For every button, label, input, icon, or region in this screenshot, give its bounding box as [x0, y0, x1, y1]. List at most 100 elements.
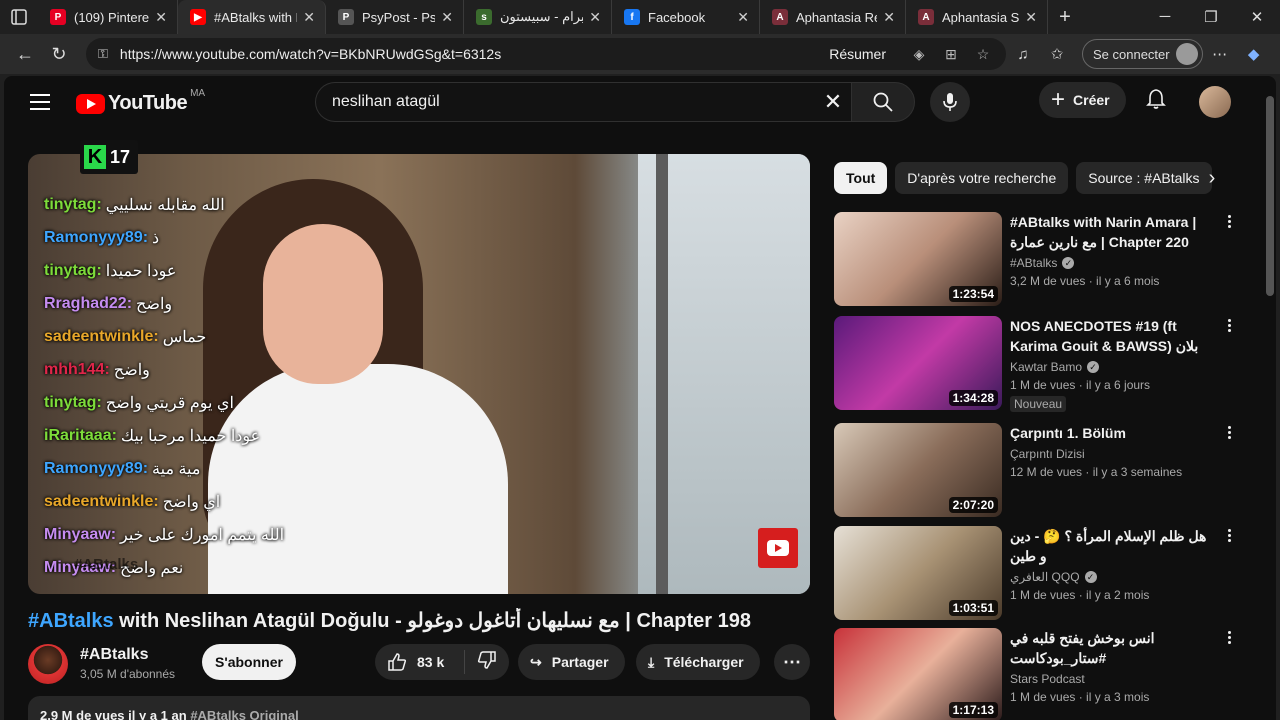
- video-title[interactable]: انس بوخش يفتح قلبه في #ستار_بودكاست: [1010, 628, 1210, 668]
- refresh-icon[interactable]: ↻: [42, 38, 76, 70]
- user-avatar[interactable]: [1199, 86, 1231, 118]
- site-info-icon[interactable]: ⚿: [98, 46, 108, 62]
- channel-name[interactable]: #ABtalks: [80, 646, 148, 664]
- more-options-icon[interactable]: [1224, 630, 1234, 645]
- video-title[interactable]: #ABtalks with Narin Amara | مع نارين عما…: [1010, 212, 1210, 252]
- verified-check-icon: ✓: [1062, 257, 1075, 269]
- browser-tab[interactable]: f Facebook ✕: [612, 0, 760, 34]
- video-player[interactable]: tinytag: الله مقابله نسلييي Ramonyyy89: ذ ti…: [28, 154, 810, 594]
- description-box[interactable]: 2,9 M de vues il y a 1 an #ABtalks Origi…: [28, 696, 810, 720]
- clear-search-icon[interactable]: ✕: [815, 89, 851, 115]
- notifications-bell-icon[interactable]: [1144, 88, 1168, 112]
- filter-chip[interactable]: Tout: [834, 162, 888, 194]
- more-options-icon[interactable]: [1224, 318, 1234, 333]
- country-code: MA: [190, 88, 206, 99]
- profile-avatar: [1175, 43, 1198, 65]
- voice-search-button[interactable]: [930, 82, 970, 122]
- search-button[interactable]: [851, 82, 915, 122]
- favorite-star-icon[interactable]: ☆: [972, 46, 994, 63]
- video-thumbnail[interactable]: 1:23:54: [834, 212, 1002, 306]
- extensions-icon[interactable]: ♫: [1006, 46, 1040, 63]
- copilot-icon[interactable]: ◆: [1237, 45, 1271, 63]
- recommended-video[interactable]: 1:34:28 NOS ANECDOTES #19 (ft Karima Goui…: [834, 316, 1254, 412]
- chat-message: mhh144: واضح: [44, 353, 344, 386]
- signin-button[interactable]: Se connecter: [1082, 39, 1203, 69]
- menu-icon[interactable]: [30, 94, 50, 110]
- video-thumbnail[interactable]: 1:17:13: [834, 628, 1002, 720]
- chips-next-chevron-icon[interactable]: ›: [1200, 162, 1224, 194]
- more-options-icon[interactable]: [1224, 214, 1234, 229]
- video-title[interactable]: NOS ANECDOTES #19 (ft Karima Gouit & BAW…: [1010, 316, 1210, 356]
- video-thumbnail[interactable]: 1:34:28: [834, 316, 1002, 410]
- subscribe-button[interactable]: S'abonner: [202, 644, 296, 680]
- tab-close-icon[interactable]: ✕: [155, 9, 167, 26]
- chat-text: واضح: [136, 295, 173, 313]
- video-title-hashtag[interactable]: #ABtalks: [28, 610, 114, 632]
- chat-message: Rraghad22: واضح: [44, 287, 344, 320]
- subscriber-count: 3,05 M d'abonnés: [80, 667, 176, 681]
- browser-tab[interactable]: A Aphantasia Stuc ✕: [906, 0, 1048, 34]
- recommended-video[interactable]: 1:03:51 هل ظلم الإسلام المرأة ؟ 🤔 - دين و…: [834, 526, 1254, 620]
- channel-name[interactable]: Çarpıntı Dizisi: [1010, 447, 1085, 461]
- youtube-logo[interactable]: YouTube MA: [76, 88, 205, 115]
- tab-close-icon[interactable]: ✕: [1025, 9, 1037, 26]
- copilot-summary-icon[interactable]: ◈: [908, 46, 930, 63]
- filter-chip[interactable]: Source : #ABtalks: [1076, 162, 1212, 194]
- tab-close-icon[interactable]: ✕: [737, 9, 749, 26]
- browser-tab[interactable]: P (109) Pinterest ✕: [38, 0, 178, 34]
- chat-message: Ramonyyy89: ذ: [44, 221, 344, 254]
- download-button[interactable]: ⤓ Télécharger: [636, 644, 760, 680]
- video-meta: 3,2 M de vues · il y a 6 mois: [1010, 274, 1160, 288]
- back-icon[interactable]: ←: [8, 38, 42, 70]
- video-duration: 1:03:51: [948, 600, 998, 616]
- tab-title: #ABtalks with N: [214, 9, 298, 25]
- summarize-button[interactable]: Résumer: [829, 46, 886, 62]
- address-bar[interactable]: ⚿ https://www.youtube.com/watch?v=BKbNRU…: [86, 38, 1006, 70]
- filter-chip[interactable]: D'après votre recherche: [895, 162, 1069, 194]
- recommended-video[interactable]: 1:23:54 #ABtalks with Narin Amara | مع نا…: [834, 212, 1254, 306]
- tab-close-icon[interactable]: ✕: [303, 9, 315, 26]
- settings-menu-icon[interactable]: ⋯: [1203, 45, 1237, 63]
- channel-name[interactable]: #ABtalks: [1010, 256, 1057, 270]
- channel-name[interactable]: Kawtar Bamo: [1010, 360, 1082, 374]
- chat-user: Ramonyyy89:: [44, 228, 149, 246]
- subscribe-watermark-icon[interactable]: [758, 528, 798, 568]
- dislike-button[interactable]: [465, 650, 509, 675]
- video-thumbnail[interactable]: 1:03:51: [834, 526, 1002, 620]
- page-scrollbar[interactable]: [1266, 96, 1274, 296]
- channel-name[interactable]: العافري QQQ: [1010, 570, 1080, 584]
- channel-name[interactable]: Stars Podcast: [1010, 672, 1085, 686]
- tab-close-icon[interactable]: ✕: [441, 9, 453, 26]
- browser-tab[interactable]: ▶ #ABtalks with N ✕: [178, 0, 326, 34]
- browser-tab[interactable]: A Aphantasia Rese ✕: [760, 0, 906, 34]
- plus-icon: +: [1051, 86, 1066, 113]
- browser-tab[interactable]: s البرام - سبيستون ✕: [464, 0, 612, 34]
- favorites-icon[interactable]: ✩: [1040, 45, 1074, 63]
- more-options-icon[interactable]: [1224, 425, 1234, 440]
- filter-chips: Tout D'après votre recherche Source : #ABt…: [834, 162, 1224, 194]
- youtube-play-icon: [76, 93, 105, 114]
- more-actions-icon[interactable]: ⋯: [774, 644, 810, 680]
- recommended-video[interactable]: 1:17:13 انس بوخش يفتح قلبه في #ستار_بودكا…: [834, 628, 1254, 720]
- recommended-video[interactable]: 2:07:20 Çarpıntı 1. Bölüm Çarpıntı Dizisi 1…: [834, 423, 1254, 517]
- restore-button[interactable]: ❐: [1188, 8, 1234, 26]
- minimize-button[interactable]: ─: [1142, 8, 1188, 26]
- video-title[interactable]: هل ظلم الإسلام المرأة ؟ 🤔 - دين و طين: [1010, 526, 1210, 566]
- workspaces-icon[interactable]: [0, 0, 38, 34]
- apps-icon[interactable]: ⊞: [940, 46, 962, 63]
- tab-close-icon[interactable]: ✕: [883, 9, 895, 26]
- create-button[interactable]: + Créer: [1039, 82, 1126, 118]
- description-tag[interactable]: #ABtalks Original: [190, 708, 298, 720]
- browser-tab[interactable]: P PsyPost - Psych ✕: [326, 0, 464, 34]
- share-button[interactable]: ↪ Partager: [518, 644, 625, 680]
- tab-close-icon[interactable]: ✕: [589, 9, 601, 26]
- like-button[interactable]: 83 k: [375, 650, 465, 674]
- channel-avatar[interactable]: [28, 644, 68, 684]
- more-options-icon[interactable]: [1224, 528, 1234, 543]
- video-title[interactable]: Çarpıntı 1. Bölüm: [1010, 423, 1210, 443]
- url-text[interactable]: https://www.youtube.com/watch?v=BKbNRUwd…: [120, 46, 829, 62]
- video-thumbnail[interactable]: 2:07:20: [834, 423, 1002, 517]
- search-input[interactable]: neslihan atagül ✕: [315, 82, 851, 122]
- close-window-button[interactable]: ✕: [1234, 8, 1280, 26]
- new-tab-button[interactable]: +: [1048, 6, 1082, 29]
